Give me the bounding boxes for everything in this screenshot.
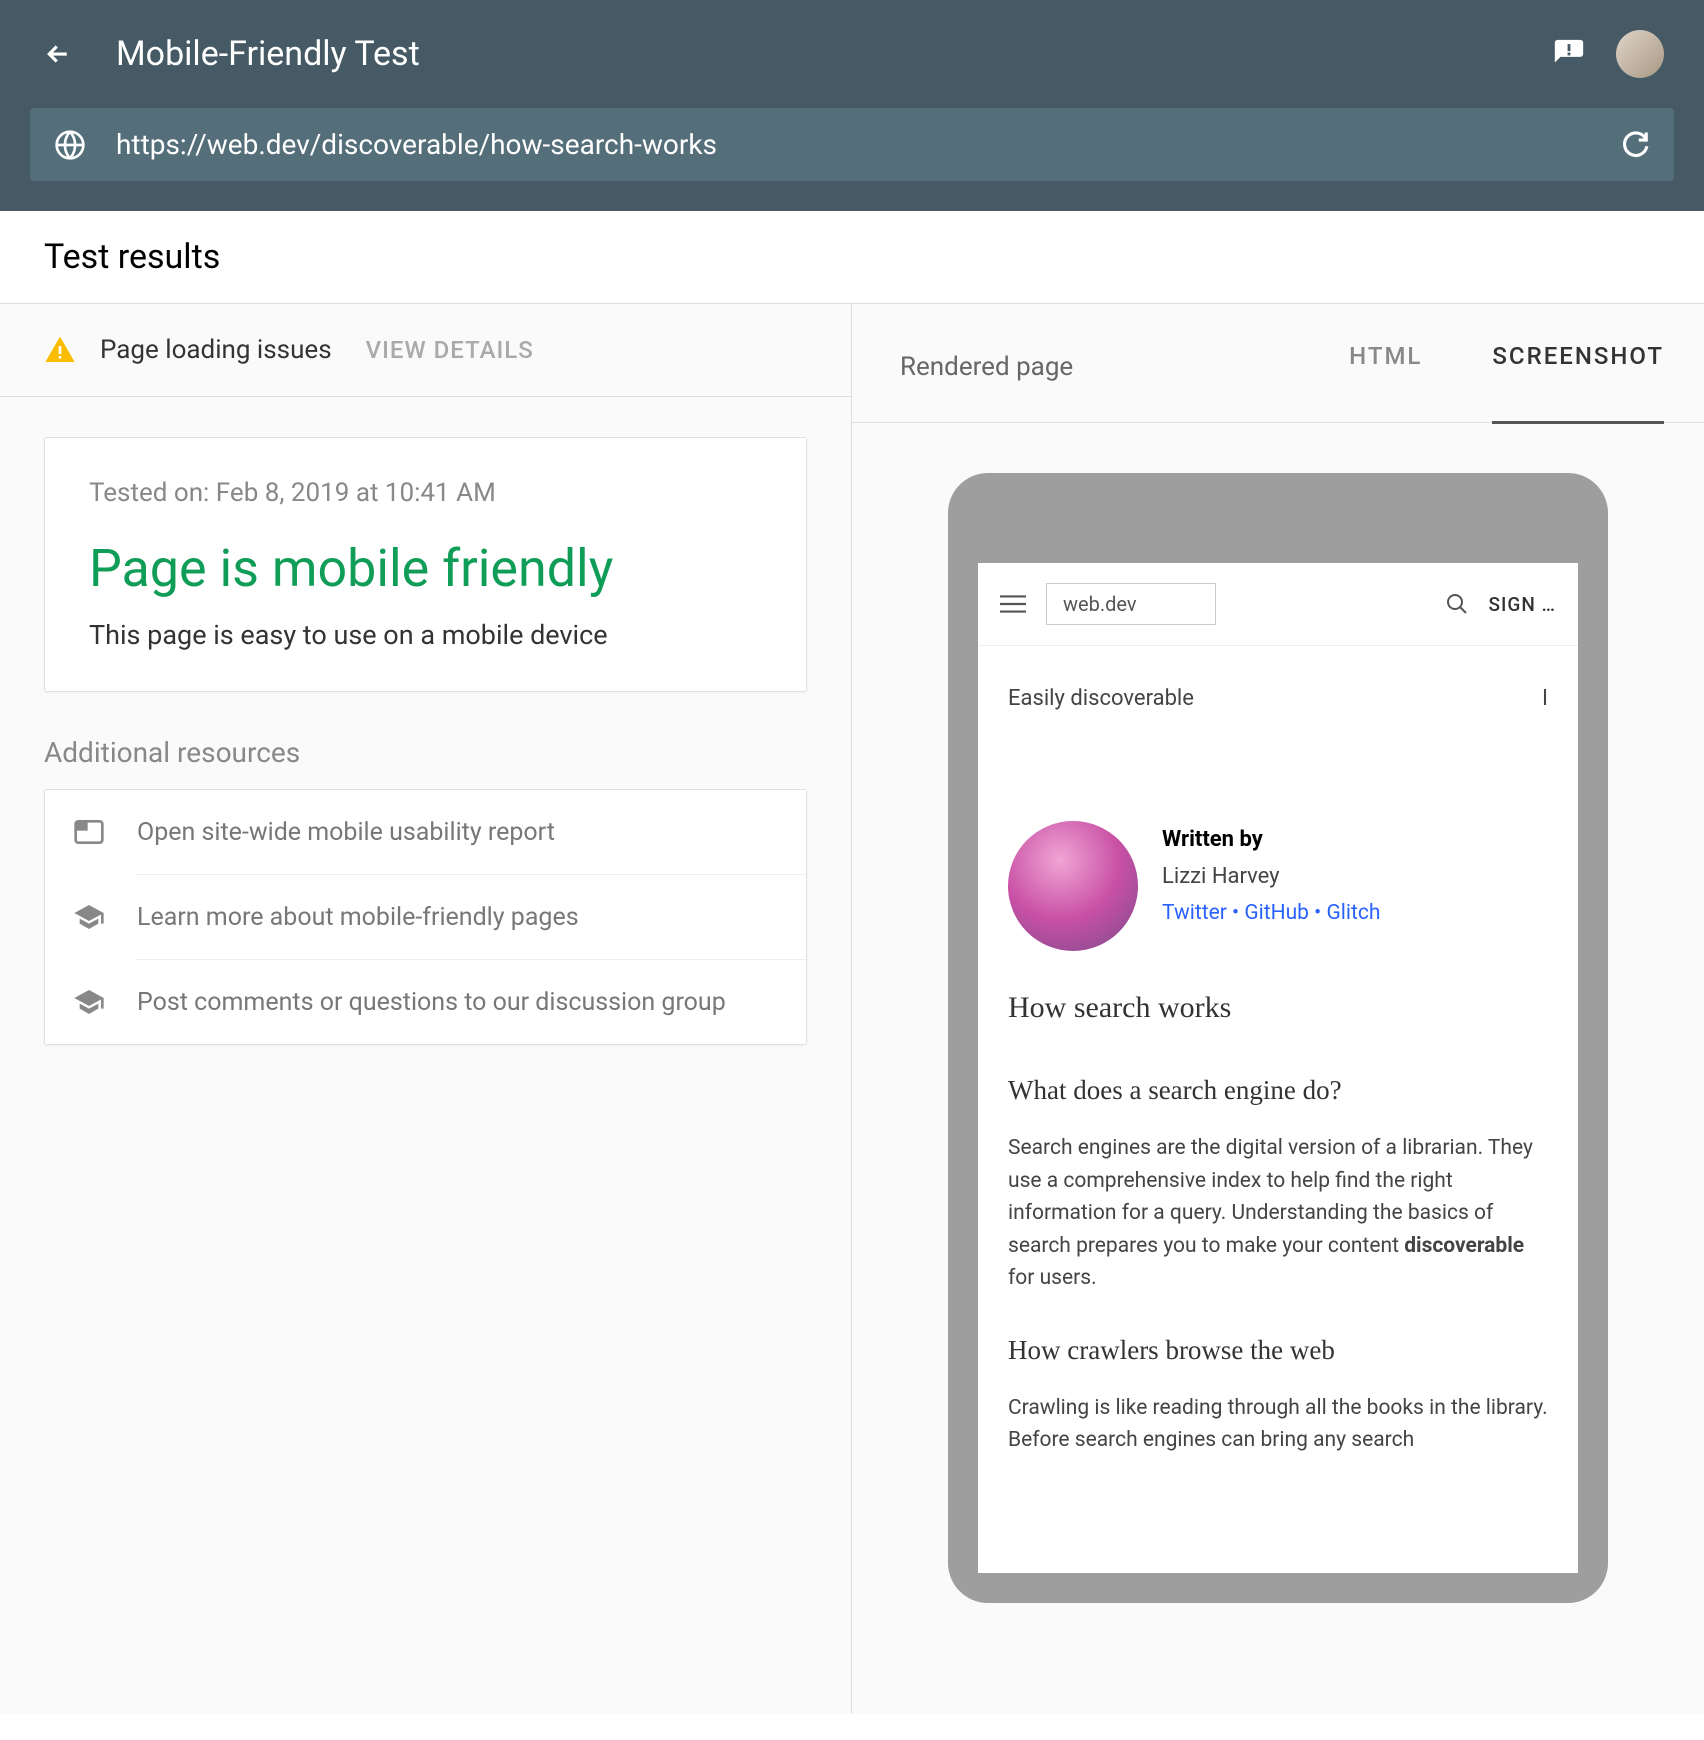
view-details-button[interactable]: VIEW DETAILS <box>366 336 534 364</box>
results-heading: Test results <box>0 211 1704 304</box>
search-icon <box>1445 592 1469 616</box>
author-avatar <box>1008 821 1138 951</box>
url-bar[interactable]: https://web.dev/discoverable/how-search-… <box>30 108 1674 181</box>
web-icon <box>73 816 105 848</box>
tab-screenshot[interactable]: SCREENSHOT <box>1492 334 1664 424</box>
result-subtitle: This page is easy to use on a mobile dev… <box>89 619 762 651</box>
article-h2: How crawlers browse the web <box>978 1305 1578 1382</box>
result-card: Tested on: Feb 8, 2019 at 10:41 AM Page … <box>44 437 807 692</box>
phone-breadcrumb: Easily discoverable <box>1008 686 1194 711</box>
phone-screen: web.dev SIGN … Easily discoverable I <box>978 563 1578 1573</box>
phone-domain-label: web.dev <box>1046 583 1216 625</box>
article-h2: What does a search engine do? <box>978 1045 1578 1122</box>
globe-icon <box>54 129 86 161</box>
resource-usability-report[interactable]: Open site-wide mobile usability report <box>45 790 806 874</box>
additional-resources-heading: Additional resources <box>44 736 807 769</box>
result-title: Page is mobile friendly <box>89 538 762 599</box>
author-name: Lizzi Harvey <box>1162 858 1380 895</box>
written-by-label: Written by <box>1162 821 1380 858</box>
warning-icon <box>44 334 76 366</box>
phone-mockup: web.dev SIGN … Easily discoverable I <box>948 473 1608 1603</box>
phone-breadcrumb-right: I <box>1542 686 1548 711</box>
resource-learn-more[interactable]: Learn more about mobile-friendly pages <box>45 875 806 959</box>
avatar[interactable] <box>1616 30 1664 78</box>
rendered-page-label: Rendered page <box>900 352 1349 382</box>
author-links: Twitter • GitHub • Glitch <box>1162 896 1380 932</box>
page-title: Mobile-Friendly Test <box>116 34 1512 74</box>
tested-on: Tested on: Feb 8, 2019 at 10:41 AM <box>89 478 762 508</box>
article-paragraph: Search engines are the digital version o… <box>978 1122 1578 1305</box>
loading-issues-row: Page loading issues VIEW DETAILS <box>0 304 851 397</box>
article-title: How search works <box>978 981 1578 1045</box>
resource-label: Post comments or questions to our discus… <box>137 988 726 1017</box>
phone-signin: SIGN … <box>1489 593 1556 616</box>
issues-label: Page loading issues <box>100 335 332 365</box>
resource-label: Open site-wide mobile usability report <box>137 818 555 847</box>
tab-html[interactable]: HTML <box>1349 334 1422 400</box>
app-header: Mobile-Friendly Test https://web.dev/dis… <box>0 0 1704 211</box>
menu-icon <box>1000 594 1026 614</box>
school-icon <box>73 986 105 1018</box>
resource-label: Learn more about mobile-friendly pages <box>137 903 579 932</box>
school-icon <box>73 901 105 933</box>
back-button[interactable] <box>40 36 76 72</box>
article-paragraph: Crawling is like reading through all the… <box>978 1382 1578 1467</box>
resources-list: Open site-wide mobile usability report L… <box>44 789 807 1045</box>
resource-discussion[interactable]: Post comments or questions to our discus… <box>45 960 806 1044</box>
refresh-icon[interactable] <box>1620 130 1650 160</box>
url-input[interactable]: https://web.dev/discoverable/how-search-… <box>116 128 1590 161</box>
feedback-icon[interactable] <box>1552 37 1586 71</box>
